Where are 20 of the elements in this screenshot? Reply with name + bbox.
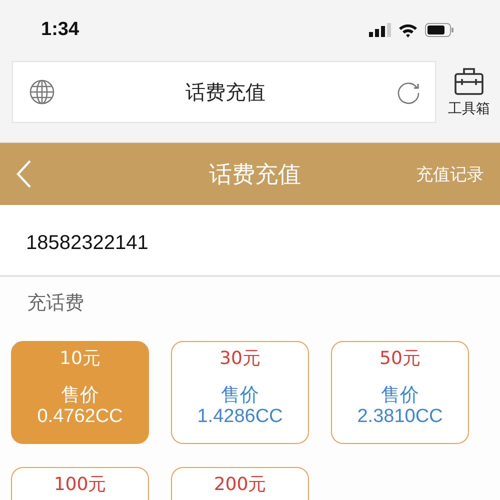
section-label: 充话费 xyxy=(27,291,84,316)
toolbox-icon xyxy=(454,66,484,96)
globe-icon xyxy=(29,79,55,105)
back-icon xyxy=(14,159,34,189)
amount-option[interactable]: 50元 售价 2.3810CC xyxy=(331,341,469,444)
page-title: 话费充值 xyxy=(208,160,302,190)
amount-option[interactable]: 200元 xyxy=(171,467,309,500)
status-time: 1:34 xyxy=(41,19,80,41)
address-bar[interactable]: 话费充值 xyxy=(12,61,436,123)
address-text: 话费充值 xyxy=(184,78,266,106)
amount-option[interactable]: 10元 售价 0.4762CC xyxy=(11,341,149,444)
toolbox-button[interactable]: 工具箱 xyxy=(448,66,490,118)
back-button[interactable] xyxy=(14,159,34,189)
signal-icon xyxy=(369,23,391,37)
recharge-history-link[interactable]: 充值记录 xyxy=(416,162,484,186)
reload-icon[interactable] xyxy=(396,80,421,104)
amount-option[interactable]: 100元 xyxy=(11,467,149,500)
wifi-icon xyxy=(398,22,418,38)
amount-option[interactable]: 30元 售价 1.4286CC xyxy=(171,341,309,444)
battery-icon xyxy=(425,23,454,37)
